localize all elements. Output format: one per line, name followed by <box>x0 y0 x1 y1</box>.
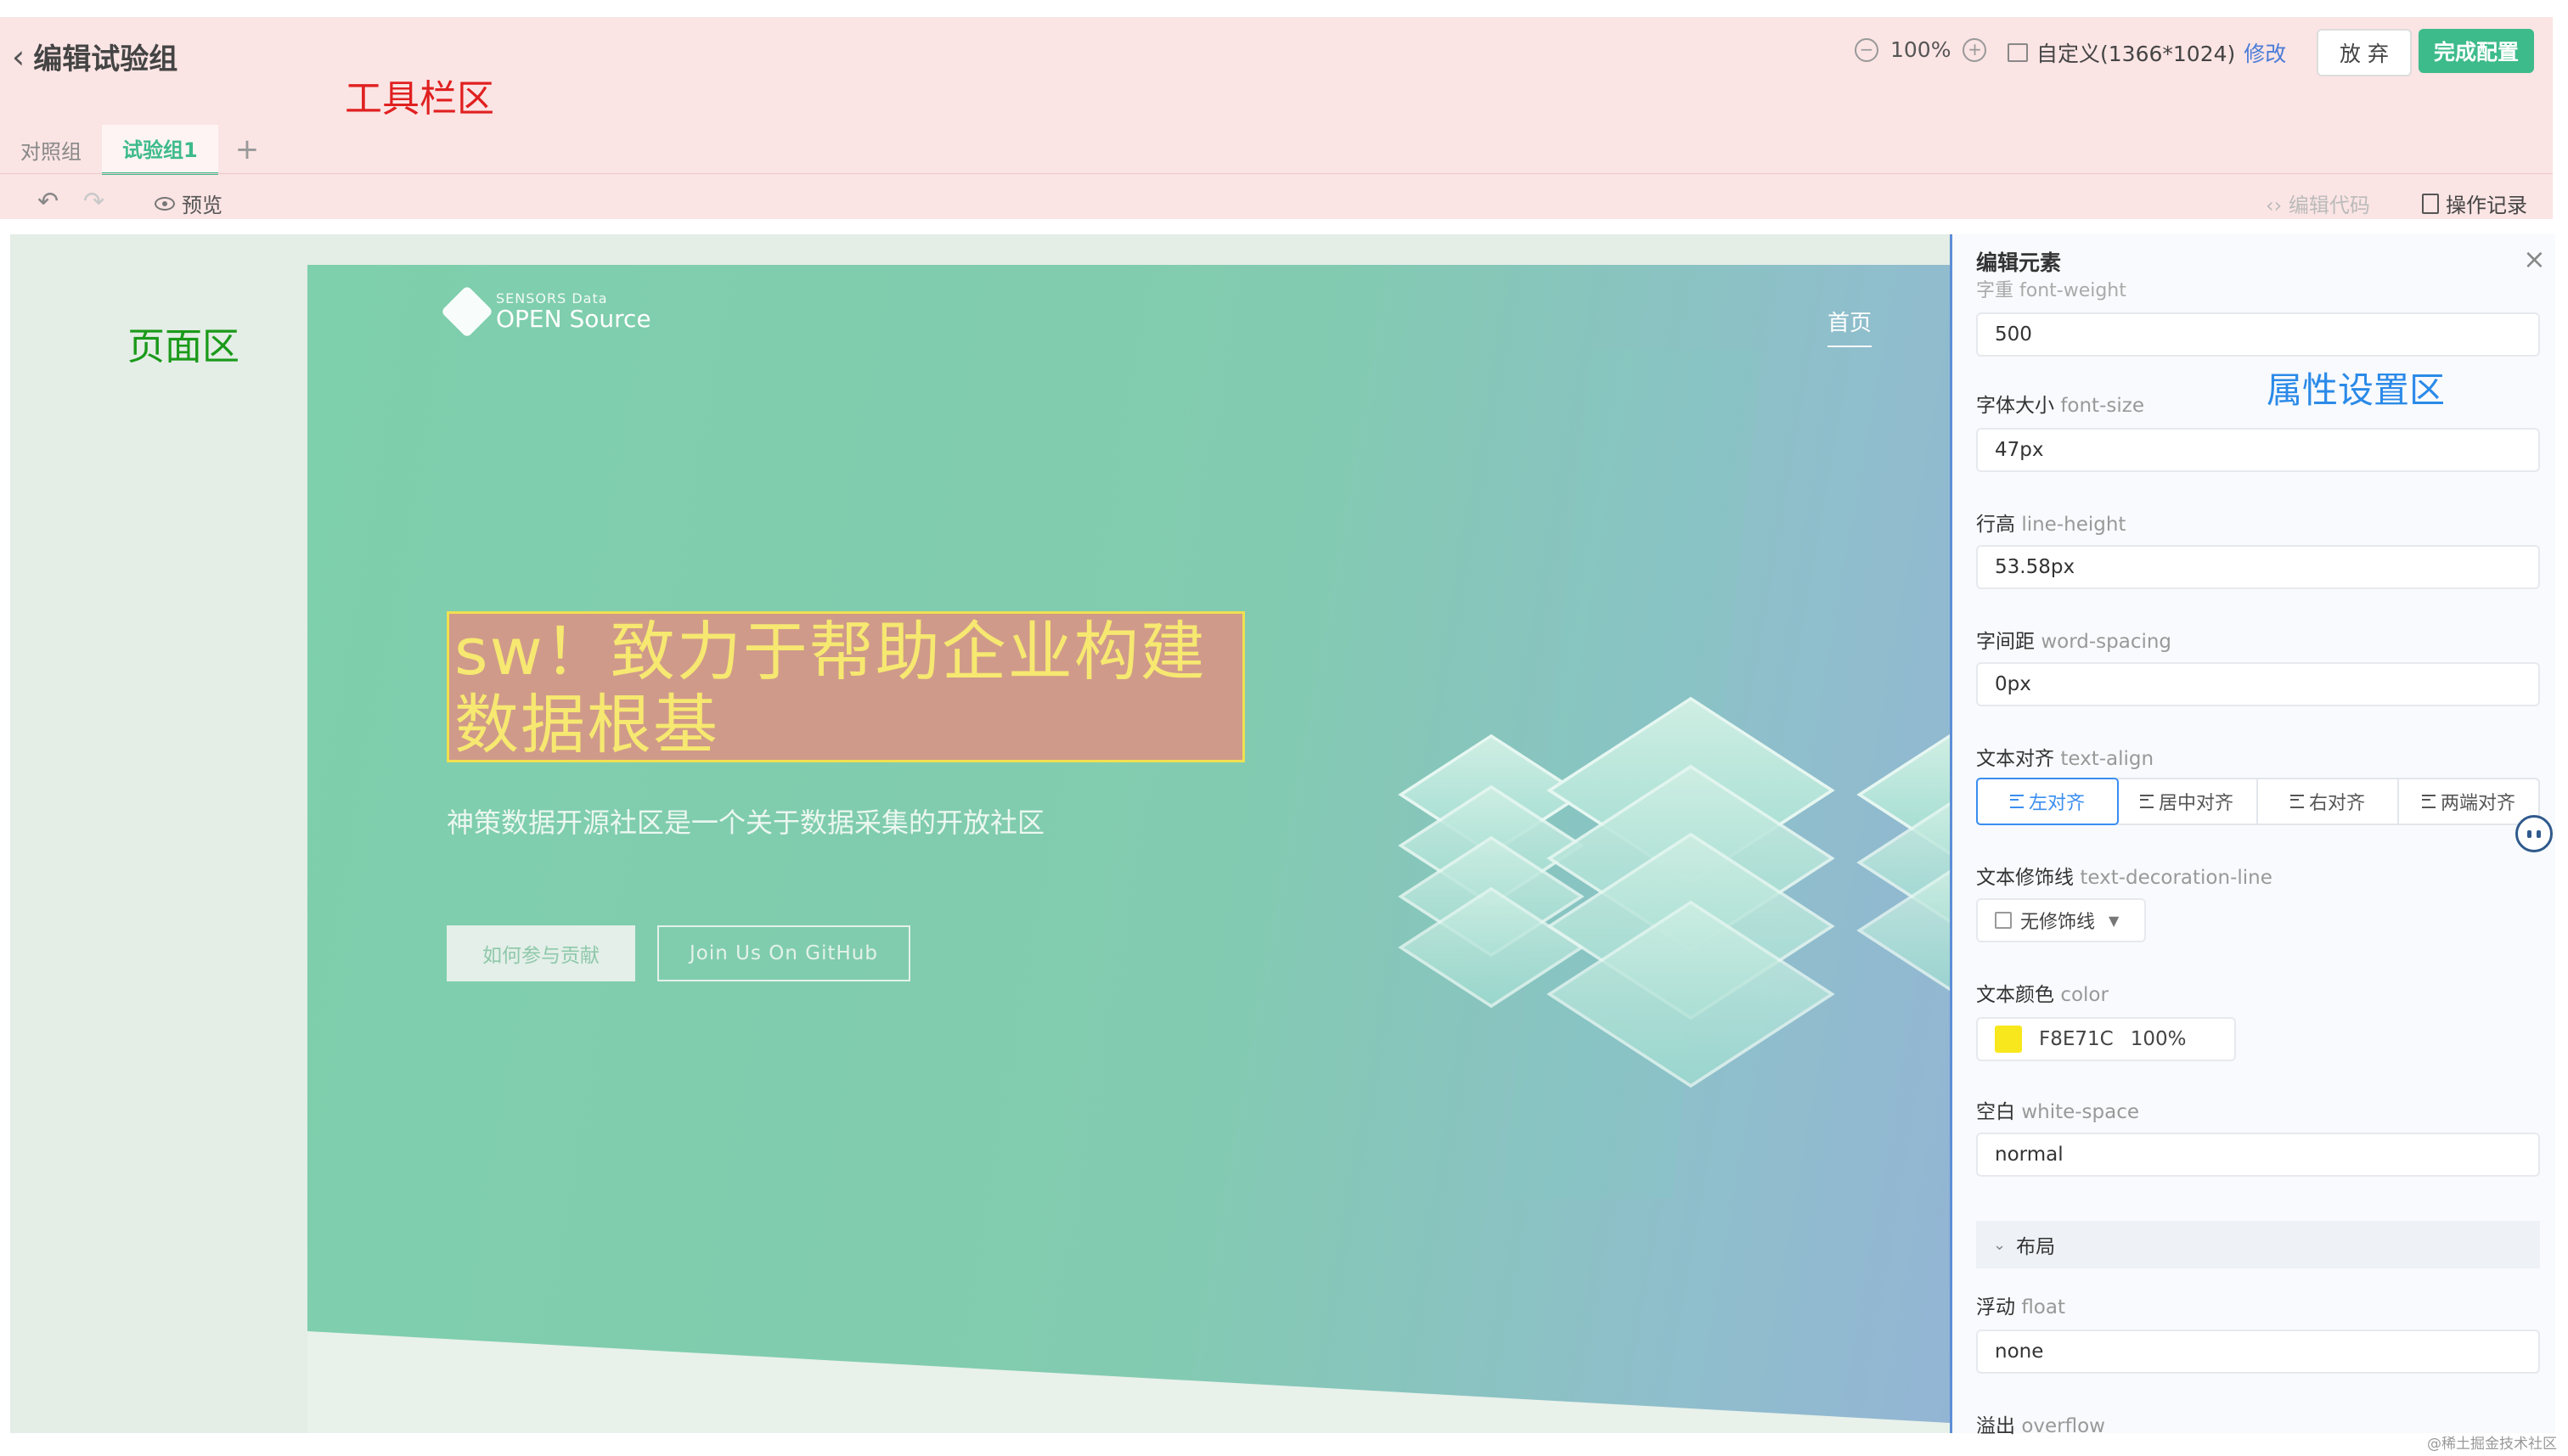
layout-section-label: 布局 <box>2016 1236 2056 1258</box>
logo-big-text: OPEN Source <box>496 304 651 333</box>
word-spacing-label: 字间距 word-spacing <box>1976 631 2172 653</box>
hero-headline[interactable]: sw！致力于帮助企业构建数据根基 <box>454 616 1236 762</box>
font-size-label: 字体大小 font-size <box>1976 395 2144 417</box>
code-icon: ‹› <box>2266 194 2283 217</box>
sensors-logo[interactable]: SENSORS Data OPEN Source <box>440 284 651 339</box>
screen-icon <box>2008 43 2028 62</box>
watermark: @稀土掘金技术社区 <box>2427 1436 2557 1453</box>
zoom-level: 100% <box>1890 37 1951 62</box>
no-decoration-icon <box>1995 912 2012 929</box>
page-zone-label: 页面区 <box>127 325 239 368</box>
edit-code-button[interactable]: ‹› 编辑代码 <box>2266 188 2370 218</box>
layout-section-header[interactable]: ⌄ 布局 <box>1976 1221 2540 1268</box>
history-button[interactable]: 操作记录 <box>2422 188 2527 218</box>
tab-control-group[interactable]: 对照组 <box>0 126 102 173</box>
caret-down-icon: ▼ <box>2109 912 2120 929</box>
text-align-label: 文本对齐 text-align <box>1976 748 2154 770</box>
align-right-button[interactable]: 右对齐 <box>2258 779 2399 824</box>
tab-divider <box>0 173 2553 174</box>
device-size-label: 自定义(1366*1024) <box>2036 42 2236 66</box>
zoom-out-icon[interactable]: − <box>1855 37 1878 62</box>
add-tab-icon[interactable]: + <box>218 132 277 166</box>
color-swatch[interactable] <box>1995 1026 2022 1053</box>
nav-home-link[interactable]: 首页 <box>1827 306 1872 347</box>
tab-experiment-group-1[interactable]: 试验组1 <box>102 124 218 175</box>
panel-title: 编辑元素 <box>1976 250 2062 275</box>
properties-zone-label: 属性设置区 <box>2267 369 2446 411</box>
modify-size-link[interactable]: 修改 <box>2244 37 2286 68</box>
hero-bottom-wave <box>307 1331 1950 1433</box>
align-center-button[interactable]: 居中对齐 <box>2117 779 2258 824</box>
text-align-group: 左对齐 居中对齐 右对齐 两端对齐 <box>1976 778 2540 825</box>
color-picker[interactable]: F8E71C 100% <box>1976 1017 2236 1061</box>
preview-label: 预览 <box>182 194 222 217</box>
align-center-icon <box>2139 795 2154 808</box>
word-spacing-input[interactable]: 0px <box>1976 662 2540 706</box>
edit-code-label: 编辑代码 <box>2288 194 2370 217</box>
zoom-in-icon[interactable]: + <box>1963 37 1987 62</box>
properties-panel: 编辑元素 × 属性设置区 字重 font-weight 500 字体大小 fon… <box>1950 234 2555 1437</box>
device-size: 自定义(1366*1024) 修改 <box>2008 37 2286 68</box>
font-weight-input[interactable]: 500 <box>1976 312 2540 357</box>
chevron-down-icon: ⌄ <box>1993 1235 2007 1254</box>
redo-icon[interactable]: ↷ <box>83 187 104 216</box>
discard-button[interactable]: 放 弃 <box>2317 29 2412 76</box>
align-right-icon <box>2289 795 2304 808</box>
back-button[interactable]: ‹ 编辑试验组 <box>12 36 177 77</box>
page-title: 编辑试验组 <box>33 42 178 76</box>
text-decoration-select[interactable]: 无修饰线 ▼ <box>1976 898 2146 942</box>
overflow-label: 溢出 overflow <box>1976 1415 2105 1437</box>
close-icon[interactable]: × <box>2523 243 2546 275</box>
color-hex[interactable]: F8E71C <box>2039 1028 2114 1050</box>
align-left-icon <box>2009 795 2024 808</box>
float-label: 浮动 float <box>1976 1296 2065 1318</box>
line-height-input[interactable]: 53.58px <box>1976 545 2540 589</box>
eye-icon <box>155 196 175 211</box>
preview-button[interactable]: 预览 <box>155 188 222 218</box>
line-height-label: 行高 line-height <box>1976 514 2126 536</box>
font-weight-label: 字重 font-weight <box>1976 280 2126 301</box>
assistant-float-button[interactable] <box>2515 815 2553 852</box>
github-button[interactable]: Join Us On GitHub <box>657 925 910 981</box>
color-opacity[interactable]: 100% <box>2131 1028 2187 1050</box>
align-justify-icon <box>2421 795 2436 808</box>
document-icon <box>2422 193 2439 214</box>
zoom-control: − 100% + <box>1855 37 1987 62</box>
group-tabs: 对照组 试验组1 + <box>0 124 276 175</box>
history-label: 操作记录 <box>2446 194 2527 217</box>
font-size-input[interactable]: 47px <box>1976 428 2540 472</box>
color-label: 文本颜色 color <box>1976 984 2109 1006</box>
white-space-input[interactable]: normal <box>1976 1133 2540 1177</box>
contribute-button[interactable]: 如何参与贡献 <box>447 925 635 981</box>
toolbar-zone-label: 工具栏区 <box>345 77 494 121</box>
chevron-left-icon: ‹ <box>12 37 25 76</box>
align-left-button[interactable]: 左对齐 <box>1976 778 2119 825</box>
hero-subtitle[interactable]: 神策数据开源社区是一个关于数据采集的开放社区 <box>447 801 1045 840</box>
logo-small-text: SENSORS Data <box>496 290 608 306</box>
done-config-button[interactable]: 完成配置 <box>2419 29 2534 73</box>
undo-icon[interactable]: ↶ <box>37 187 59 216</box>
logo-icon <box>440 284 494 339</box>
page-preview-hero: SENSORS Data OPEN Source 首页 sw！致力于帮助企业构建… <box>307 265 1950 1433</box>
align-justify-button[interactable]: 两端对齐 <box>2399 779 2538 824</box>
selected-element-highlight[interactable]: sw！致力于帮助企业构建数据根基 <box>447 611 1245 762</box>
text-decoration-label: 文本修饰线 text-decoration-line <box>1976 867 2272 889</box>
float-input[interactable]: none <box>1976 1330 2540 1374</box>
white-space-label: 空白 white-space <box>1976 1101 2140 1123</box>
